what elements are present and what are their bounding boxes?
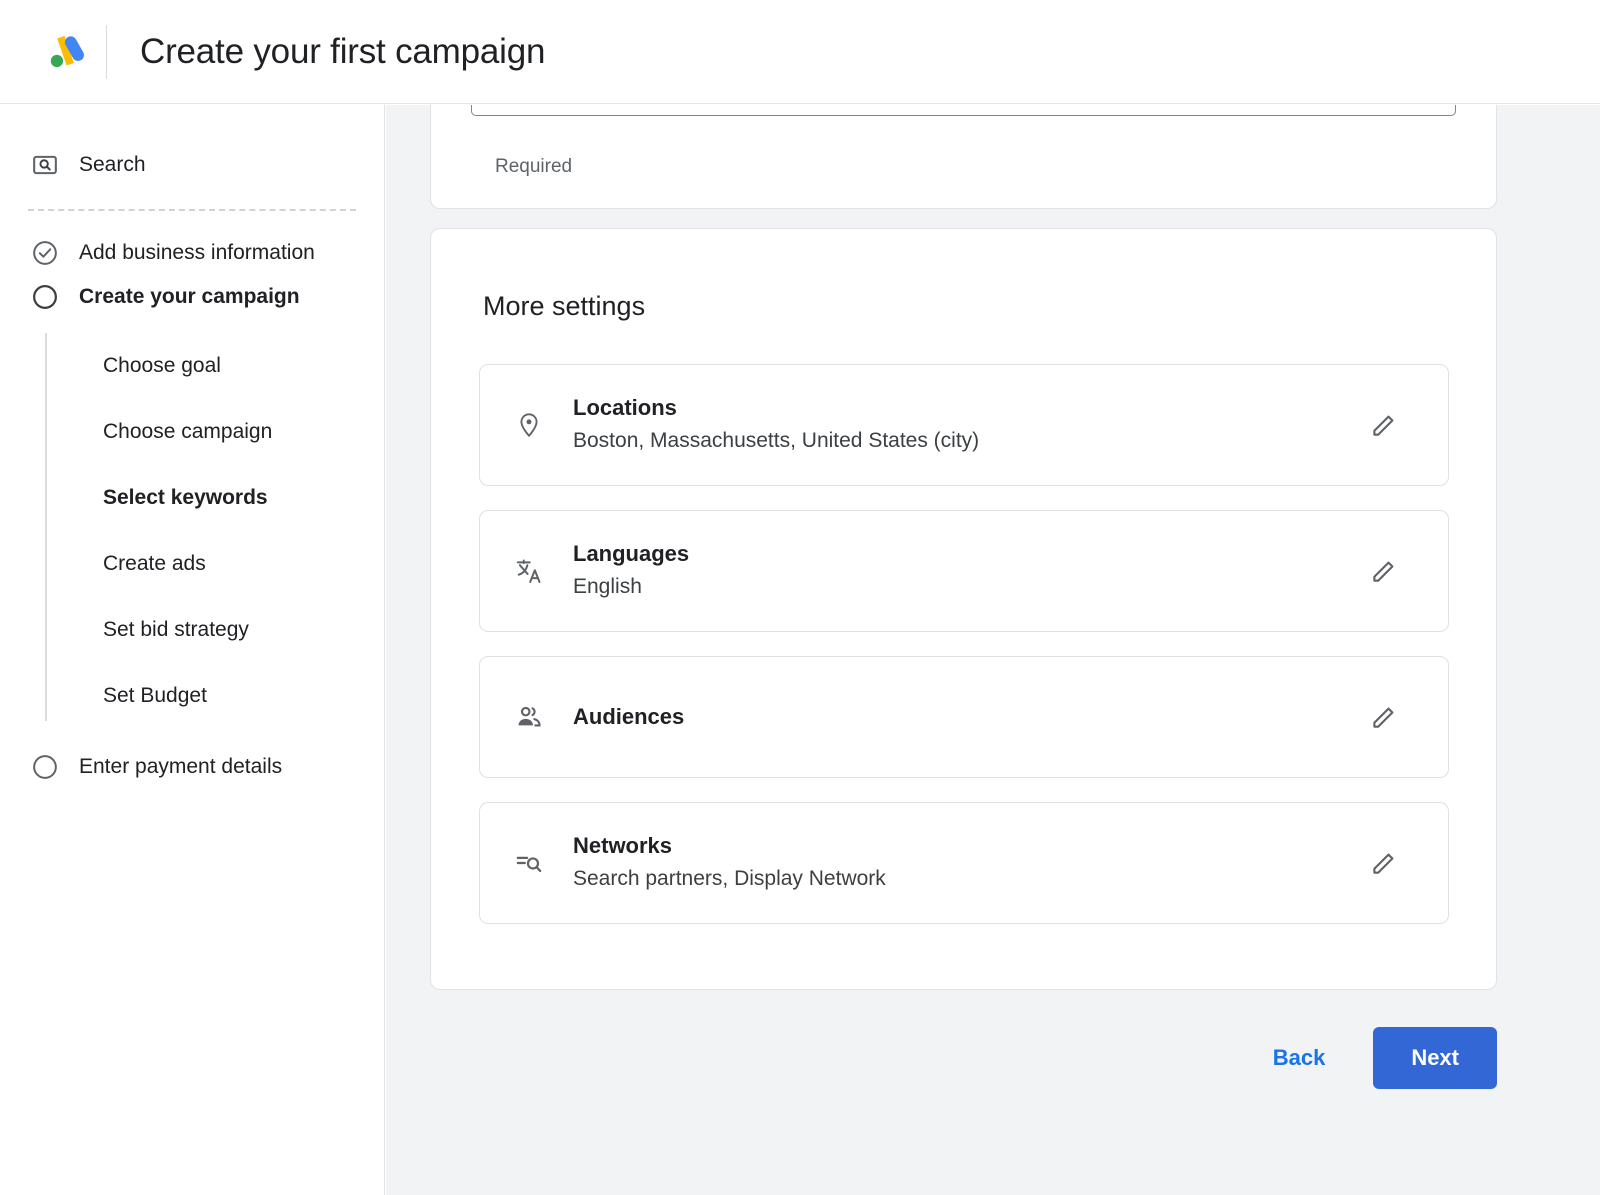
- sidebar-substep-label: Select keywords: [103, 486, 268, 510]
- sidebar-substep-label: Set bid strategy: [103, 618, 249, 642]
- page-title: Create your first campaign: [140, 32, 545, 72]
- settings-row-list: Locations Boston, Massachusetts, United …: [479, 364, 1449, 948]
- setting-value: Boston, Massachusetts, United States (ci…: [573, 426, 979, 456]
- check-circle-icon: [28, 236, 62, 270]
- sidebar-item-select-keywords[interactable]: Select keywords: [0, 465, 384, 531]
- sidebar-item-choose-campaign[interactable]: Choose campaign: [0, 399, 384, 465]
- edit-audiences-pencil-icon[interactable]: [1368, 701, 1400, 733]
- edit-locations-pencil-icon[interactable]: [1368, 409, 1400, 441]
- more-settings-card: More settings Locations Boston, Massachu…: [430, 228, 1497, 990]
- setting-text-group: Languages English: [573, 539, 689, 602]
- sidebar-item-set-bid-strategy[interactable]: Set bid strategy: [0, 597, 384, 663]
- setting-name: Networks: [573, 831, 886, 861]
- sidebar-step-create-your-campaign[interactable]: Create your campaign: [0, 275, 384, 319]
- setting-name: Locations: [573, 393, 979, 423]
- setting-value: Search partners, Display Network: [573, 864, 886, 894]
- sidebar-item-set-budget[interactable]: Set Budget: [0, 663, 384, 729]
- required-helper-text: Required: [495, 156, 572, 178]
- sidebar-substeps: Choose goal Choose campaign Select keywo…: [0, 333, 384, 729]
- footer-actions: Back Next: [430, 1018, 1497, 1098]
- setting-name: Audiences: [573, 702, 684, 732]
- setting-name: Languages: [573, 539, 689, 569]
- next-button[interactable]: Next: [1373, 1027, 1497, 1089]
- setting-row-networks[interactable]: Networks Search partners, Display Networ…: [479, 802, 1449, 924]
- setting-text-group: Audiences: [573, 702, 684, 732]
- sidebar-step-add-business-information[interactable]: Add business information: [0, 231, 384, 275]
- setting-text-group: Locations Boston, Massachusetts, United …: [573, 393, 979, 456]
- edit-languages-pencil-icon[interactable]: [1368, 555, 1400, 587]
- sidebar-step-label: Enter payment details: [79, 755, 282, 779]
- sidebar-item-search[interactable]: Search: [0, 143, 384, 187]
- circle-icon: [28, 280, 62, 314]
- setting-row-audiences[interactable]: Audiences: [479, 656, 1449, 778]
- location-pin-icon: [512, 408, 546, 442]
- manage-search-icon: [512, 846, 546, 880]
- main-content: Required More settings Locations Boston,…: [386, 105, 1600, 1195]
- sidebar-step-label: Create your campaign: [79, 285, 300, 309]
- sidebar-substep-label: Choose campaign: [103, 420, 272, 444]
- setting-text-group: Networks Search partners, Display Networ…: [573, 831, 886, 894]
- sidebar-step-label: Add business information: [79, 241, 315, 265]
- sidebar-item-label: Search: [79, 153, 146, 177]
- sidebar: Search Add business information Create y…: [0, 105, 385, 1195]
- campaign-text-input[interactable]: [471, 105, 1456, 116]
- app-header: Create your first campaign: [0, 0, 1600, 104]
- setting-row-languages[interactable]: Languages English: [479, 510, 1449, 632]
- sidebar-substep-label: Set Budget: [103, 684, 207, 708]
- more-settings-title: More settings: [483, 291, 645, 322]
- sidebar-substep-label: Choose goal: [103, 354, 221, 378]
- setting-value: English: [573, 572, 689, 602]
- sidebar-substep-label: Create ads: [103, 552, 206, 576]
- setting-row-locations[interactable]: Locations Boston, Massachusetts, United …: [479, 364, 1449, 486]
- previous-setting-card: Required: [430, 105, 1497, 209]
- people-icon: [512, 700, 546, 734]
- edit-networks-pencil-icon[interactable]: [1368, 847, 1400, 879]
- header-divider: [106, 25, 107, 79]
- search-icon: [28, 148, 62, 182]
- sidebar-divider: [28, 209, 356, 211]
- sidebar-item-choose-goal[interactable]: Choose goal: [0, 333, 384, 399]
- back-button[interactable]: Back: [1253, 1031, 1346, 1085]
- translate-icon: [512, 554, 546, 588]
- sidebar-step-enter-payment-details[interactable]: Enter payment details: [0, 745, 384, 789]
- google-ads-logo: [26, 27, 102, 77]
- sidebar-item-create-ads[interactable]: Create ads: [0, 531, 384, 597]
- circle-icon: [28, 750, 62, 784]
